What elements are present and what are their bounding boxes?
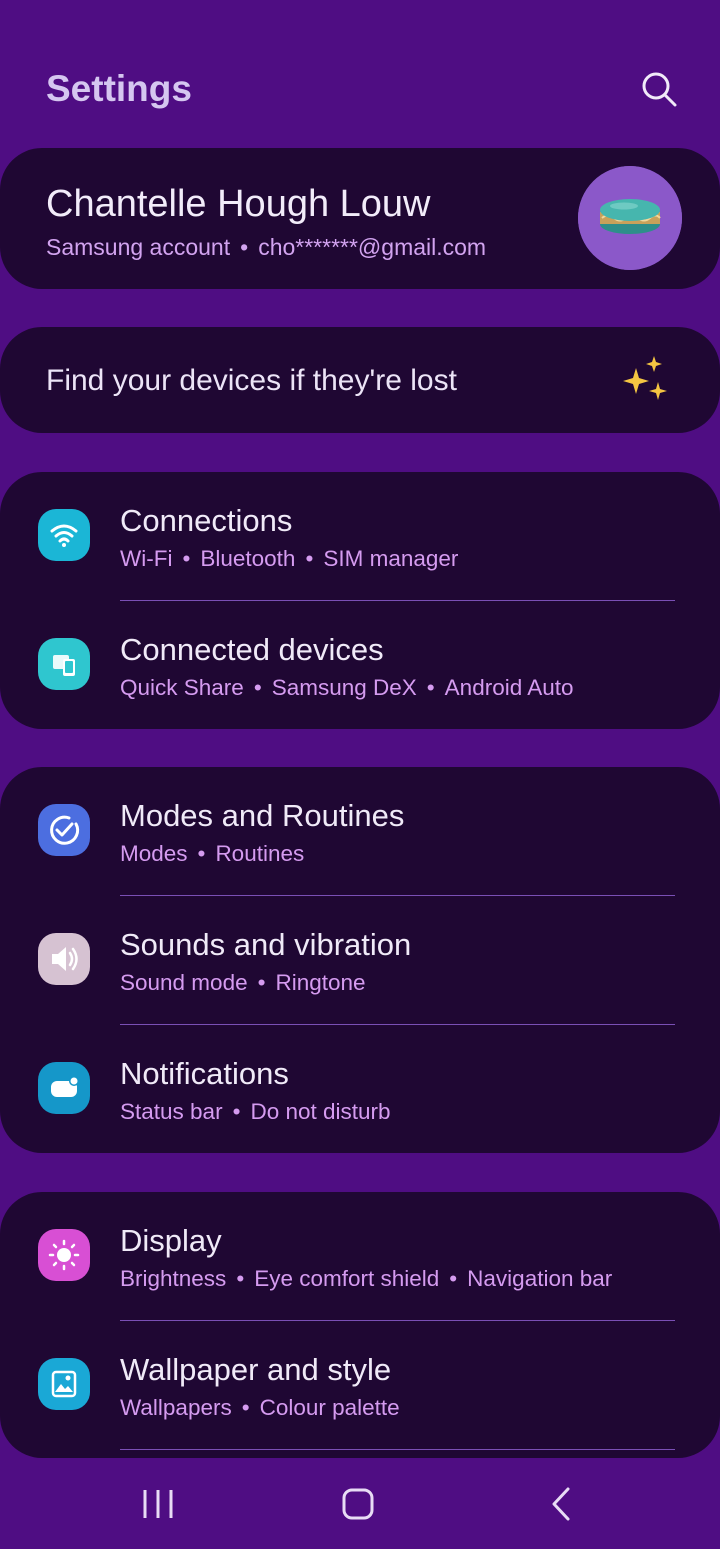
settings-item-connected-devices[interactable]: Connected devices Quick Share • Samsung De…	[0, 601, 720, 730]
separator-dot: •	[426, 675, 435, 700]
separator-dot: •	[197, 841, 206, 866]
item-subtitle: Status bar • Do not disturb	[120, 1099, 391, 1125]
item-subtitle: Wi-Fi • Bluetooth • SIM manager	[120, 546, 458, 572]
page-title: Settings	[46, 68, 192, 109]
devices-icon	[38, 638, 90, 690]
settings-group-display: Display Brightness • Eye comfort shield • Na…	[0, 1192, 720, 1458]
back-button[interactable]	[538, 1482, 586, 1526]
notification-icon	[38, 1062, 90, 1114]
separator-dot: •	[182, 546, 191, 571]
sub-label: Routines	[215, 841, 305, 866]
settings-item-display[interactable]: Display Brightness • Eye comfort shield • Na…	[0, 1192, 720, 1321]
separator-dot: •	[236, 1266, 245, 1291]
sub-label: Samsung DeX	[271, 675, 417, 700]
wallpaper-icon	[38, 1358, 90, 1410]
settings-group-connections: Connections Wi-Fi • Bluetooth • SIM manager …	[0, 472, 720, 729]
settings-group-modes: Modes and Routines Modes • Routines Sounds…	[0, 767, 720, 1153]
item-subtitle: Quick Share • Samsung DeX • Android Auto	[120, 675, 574, 701]
separator-dot: •	[253, 675, 262, 700]
account-email: cho*******@gmail.com	[258, 234, 487, 260]
back-icon	[552, 1487, 570, 1521]
sub-label: Do not disturb	[250, 1099, 391, 1124]
item-title: Sounds and vibration	[120, 927, 412, 962]
account-service: Samsung account	[46, 234, 231, 260]
sub-label: Status bar	[120, 1099, 223, 1124]
settings-item-notifications[interactable]: Notifications Status bar • Do not disturb	[0, 1025, 720, 1154]
find-devices-label: Find your devices if they're lost	[46, 364, 457, 397]
speaker-icon	[38, 933, 90, 985]
item-title: Display	[120, 1223, 222, 1258]
account-name: Chantelle Hough Louw	[46, 183, 431, 225]
recents-button[interactable]	[134, 1482, 182, 1526]
search-icon	[642, 72, 677, 107]
sub-label: Wi-Fi	[120, 546, 173, 571]
sun-icon	[38, 1229, 90, 1281]
recents-icon	[143, 1490, 173, 1518]
sub-label: Ringtone	[275, 970, 366, 995]
macaron-avatar	[578, 166, 682, 270]
home-button[interactable]	[334, 1482, 382, 1526]
separator-dot: •	[232, 1099, 241, 1124]
sub-label: SIM manager	[323, 546, 459, 571]
separator-dot: •	[240, 234, 249, 260]
sub-label: Bluetooth	[200, 546, 296, 571]
separator-dot: •	[449, 1266, 458, 1291]
separator-dot: •	[241, 1395, 250, 1420]
settings-item-wallpaper[interactable]: Wallpaper and style Wallpapers • Colour pa…	[0, 1321, 720, 1450]
sub-label: Brightness	[120, 1266, 227, 1291]
sub-label: Navigation bar	[467, 1266, 613, 1291]
settings-item-connections[interactable]: Connections Wi-Fi • Bluetooth • SIM manager	[0, 472, 720, 601]
item-title: Connections	[120, 503, 293, 538]
separator-dot: •	[305, 546, 314, 571]
sub-label: Wallpapers	[120, 1395, 232, 1420]
search-button[interactable]	[636, 66, 682, 112]
avatar[interactable]	[578, 166, 682, 270]
item-title: Wallpaper and style	[120, 1352, 392, 1387]
item-subtitle: Modes • Routines	[120, 841, 304, 867]
item-title: Connected devices	[120, 632, 384, 667]
item-subtitle: Brightness • Eye comfort shield • Navigation…	[120, 1266, 612, 1292]
wifi-icon	[38, 509, 90, 561]
item-subtitle: Sound mode • Ringtone	[120, 970, 366, 996]
home-icon	[342, 1488, 374, 1520]
sub-label: Android Auto	[444, 675, 574, 700]
sub-label: Modes	[120, 841, 188, 866]
account-subtitle: Samsung account • cho*******@gmail.com	[46, 234, 486, 261]
sparkle-icon	[620, 354, 670, 406]
sub-label: Colour palette	[259, 1395, 400, 1420]
item-title: Notifications	[120, 1056, 289, 1091]
divider	[120, 1449, 675, 1450]
sub-label: Eye comfort shield	[254, 1266, 440, 1291]
item-title: Modes and Routines	[120, 798, 405, 833]
settings-item-sounds[interactable]: Sounds and vibration Sound mode • Ringtone	[0, 896, 720, 1025]
sub-label: Quick Share	[120, 675, 244, 700]
sub-label: Sound mode	[120, 970, 248, 995]
item-subtitle: Wallpapers • Colour palette	[120, 1395, 400, 1421]
header: Settings	[0, 0, 720, 148]
settings-item-modes-routines[interactable]: Modes and Routines Modes • Routines	[0, 767, 720, 896]
check-circle-icon	[38, 804, 90, 856]
separator-dot: •	[257, 970, 266, 995]
